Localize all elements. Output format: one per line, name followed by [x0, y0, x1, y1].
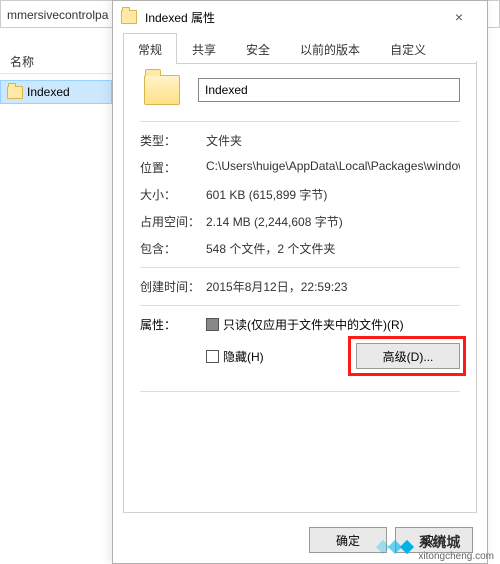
type-value: 文件夹 — [206, 132, 460, 149]
checkbox-icon — [206, 318, 219, 331]
advanced-button[interactable]: 高级(D)... — [356, 343, 460, 369]
size-value: 601 KB (615,899 字节) — [206, 186, 460, 203]
folder-icon — [121, 10, 137, 24]
tab-panel-general: 类型： 文件夹 位置： C:\Users\huige\AppData\Local… — [123, 61, 477, 513]
tab-strip: 常规 共享 安全 以前的版本 自定义 — [123, 33, 477, 64]
location-value: C:\Users\huige\AppData\Local\Packages\wi… — [206, 159, 460, 176]
disk-size-label: 占用空间： — [140, 213, 206, 230]
logo-icon — [378, 542, 412, 552]
created-value: 2015年8月12日，22:59:23 — [206, 278, 460, 295]
readonly-checkbox[interactable]: 只读(仅应用于文件夹中的文件)(R) — [206, 316, 404, 333]
type-label: 类型： — [140, 132, 206, 149]
tab-previous-versions[interactable]: 以前的版本 — [285, 33, 375, 64]
folder-icon — [7, 86, 23, 99]
created-label: 创建时间： — [140, 278, 206, 295]
attributes-label: 属性： — [140, 316, 206, 333]
watermark: 系统城 xitongcheng.com — [378, 532, 494, 562]
contains-value: 548 个文件，2 个文件夹 — [206, 240, 460, 257]
file-name: Indexed — [27, 85, 70, 99]
hidden-label: 隐藏(H) — [223, 348, 264, 365]
title-bar: Indexed 属性 × — [113, 1, 487, 33]
watermark-url: xitongcheng.com — [418, 552, 494, 562]
tab-customize[interactable]: 自定义 — [375, 33, 441, 64]
list-item[interactable]: Indexed — [0, 80, 112, 104]
close-button[interactable]: × — [439, 3, 479, 31]
folder-name-input[interactable] — [198, 78, 460, 102]
contains-label: 包含： — [140, 240, 206, 257]
dialog-title: Indexed 属性 — [145, 9, 439, 26]
size-label: 大小： — [140, 186, 206, 203]
watermark-brand: 系统城 — [418, 534, 460, 550]
folder-icon — [144, 75, 180, 105]
column-header-name[interactable]: 名称 — [0, 50, 112, 74]
location-label: 位置： — [140, 159, 206, 176]
tab-security[interactable]: 安全 — [231, 33, 285, 64]
tab-general[interactable]: 常规 — [123, 33, 177, 64]
ok-button[interactable]: 确定 — [309, 527, 387, 553]
readonly-label: 只读(仅应用于文件夹中的文件)(R) — [223, 316, 404, 333]
disk-size-value: 2.14 MB (2,244,608 字节) — [206, 213, 460, 230]
tab-sharing[interactable]: 共享 — [177, 33, 231, 64]
properties-dialog: Indexed 属性 × 常规 共享 安全 以前的版本 自定义 类型： 文件夹 … — [112, 0, 488, 564]
checkbox-icon — [206, 350, 219, 363]
hidden-checkbox[interactable]: 隐藏(H) — [206, 348, 264, 365]
